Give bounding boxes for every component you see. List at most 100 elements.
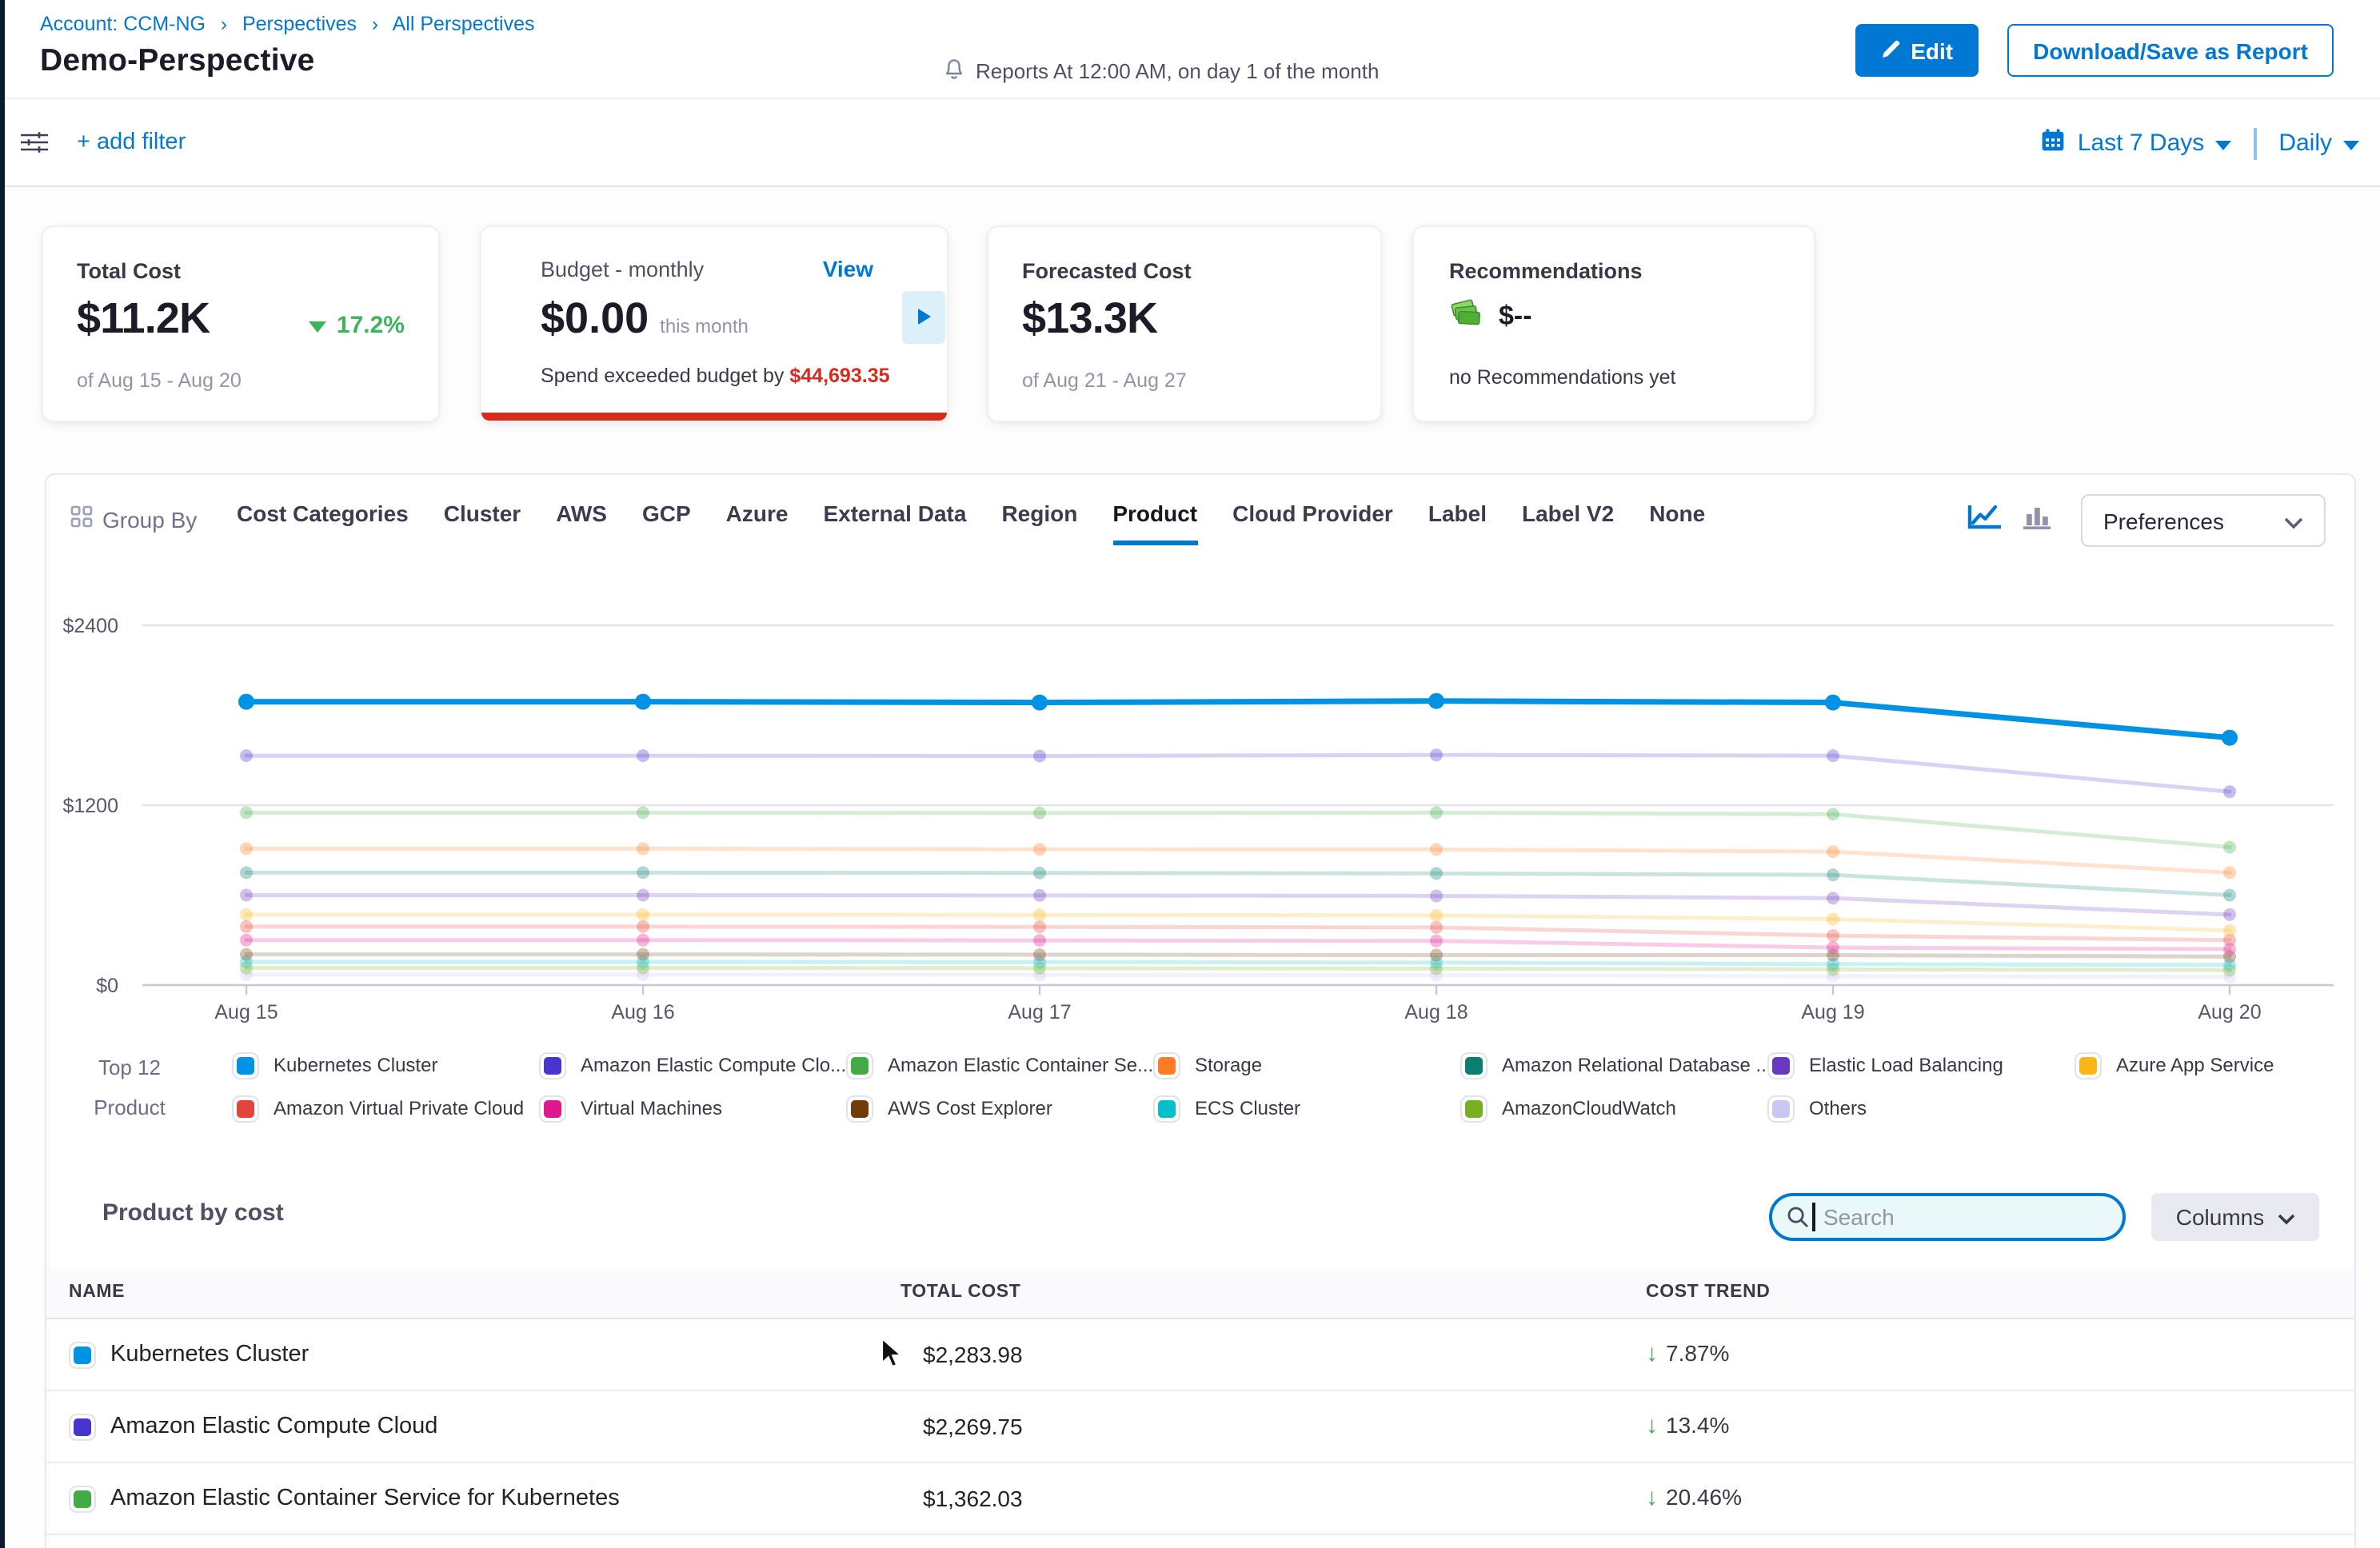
data-point[interactable] (1033, 908, 1046, 921)
series-line-others[interactable] (246, 975, 2230, 977)
groupby-tab-cluster[interactable]: Cluster (444, 501, 521, 545)
data-point[interactable] (637, 948, 649, 961)
data-point[interactable] (1827, 749, 1839, 762)
legend-item-kubernetes-cluster[interactable]: Kubernetes Cluster (232, 1051, 437, 1079)
data-point[interactable] (1827, 845, 1839, 858)
series-line-amazon-elastic-compute-cloud[interactable] (246, 755, 2230, 792)
data-point[interactable] (1827, 892, 1839, 904)
data-point[interactable] (2223, 924, 2236, 937)
series-line-virtual-machines[interactable] (246, 940, 2230, 949)
edit-button[interactable]: Edit (1855, 24, 1979, 77)
series-line-amazon-elastic-container-service-for-kubernetes[interactable] (246, 812, 2230, 847)
data-point[interactable] (1428, 693, 1444, 709)
table-row-amazon-elastic-container-service-for-kubernetes[interactable]: Amazon Elastic Container Service for Kub… (46, 1463, 2354, 1535)
table-row-kubernetes-cluster[interactable]: Kubernetes Cluster$2,283.98↓7.87% (46, 1319, 2354, 1391)
legend-item-amazoncloudwatch[interactable]: AmazonCloudWatch (1460, 1094, 1676, 1123)
data-point[interactable] (637, 866, 649, 879)
data-point[interactable] (637, 749, 649, 762)
breadcrumb-account[interactable]: Account: CCM-NG (40, 13, 206, 35)
data-point[interactable] (1430, 935, 1443, 948)
series-line-ecs-cluster[interactable] (246, 962, 2230, 965)
data-point[interactable] (1430, 867, 1443, 880)
groupby-tab-label-v2[interactable]: Label V2 (1522, 501, 1614, 545)
data-point[interactable] (1033, 750, 1046, 763)
groupby-tab-region[interactable]: Region (1001, 501, 1077, 545)
add-filter-button[interactable]: + add filter (77, 130, 186, 155)
legend-item-amazon-relational-database[interactable]: Amazon Relational Database ... (1460, 1051, 1772, 1079)
data-point[interactable] (1825, 695, 1841, 711)
date-range-selector[interactable]: Last 7 Days (2078, 130, 2231, 157)
data-point[interactable] (1430, 949, 1443, 962)
data-point[interactable] (1033, 867, 1046, 880)
cost-trend-chart[interactable]: $0$1200$2400Aug 15Aug 16Aug 17Aug 18Aug … (46, 606, 2358, 1025)
legend-item-virtual-machines[interactable]: Virtual Machines (539, 1094, 722, 1123)
data-point[interactable] (240, 920, 253, 933)
data-point[interactable] (637, 889, 649, 902)
next-budget-arrow-button[interactable] (902, 291, 945, 344)
groupby-tab-none[interactable]: None (1649, 501, 1705, 545)
legend-item-amazon-elastic-compute-clo[interactable]: Amazon Elastic Compute Clo... (539, 1051, 846, 1079)
data-point[interactable] (2223, 908, 2236, 921)
data-point[interactable] (1033, 920, 1046, 933)
data-point[interactable] (2223, 866, 2236, 879)
data-point[interactable] (1430, 909, 1443, 922)
data-point[interactable] (1033, 843, 1046, 856)
data-point[interactable] (1430, 889, 1443, 902)
data-point[interactable] (238, 694, 254, 710)
data-point[interactable] (240, 806, 253, 819)
groupby-tab-gcp[interactable]: GCP (642, 501, 691, 545)
data-point[interactable] (240, 908, 253, 921)
data-point[interactable] (1827, 808, 1839, 820)
legend-item-aws-cost-explorer[interactable]: AWS Cost Explorer (846, 1094, 1052, 1123)
groupby-tab-external-data[interactable]: External Data (823, 501, 966, 545)
data-point[interactable] (1430, 843, 1443, 856)
data-point[interactable] (2223, 841, 2236, 854)
data-point[interactable] (1032, 695, 1048, 711)
legend-item-others[interactable]: Others (1767, 1094, 1867, 1123)
column-header-total-cost[interactable]: TOTAL COST (900, 1283, 1020, 1302)
data-point[interactable] (1827, 913, 1839, 926)
series-line-aws-cost-explorer[interactable] (246, 955, 2230, 957)
data-point[interactable] (2223, 889, 2236, 902)
data-point[interactable] (240, 866, 253, 879)
bar-chart-mode-icon[interactable] (2022, 504, 2054, 539)
download-save-report-button[interactable]: Download/Save as Report (2007, 24, 2334, 77)
data-point[interactable] (240, 934, 253, 947)
data-point[interactable] (1033, 934, 1046, 947)
preferences-dropdown[interactable]: Preferences (2081, 494, 2326, 547)
data-point[interactable] (637, 934, 649, 947)
data-point[interactable] (1430, 921, 1443, 934)
data-point[interactable] (1430, 806, 1443, 819)
data-point[interactable] (1033, 807, 1046, 820)
series-line-elastic-load-balancing[interactable] (246, 896, 2230, 915)
series-line-kubernetes-cluster[interactable] (246, 701, 2230, 738)
data-point[interactable] (637, 908, 649, 921)
data-point[interactable] (1033, 948, 1046, 961)
series-line-amazoncloudwatch[interactable] (246, 967, 2230, 970)
data-point[interactable] (240, 889, 253, 902)
column-header-cost-trend[interactable]: COST TREND (1646, 1283, 1771, 1302)
data-point[interactable] (1430, 748, 1443, 761)
data-point[interactable] (1033, 889, 1046, 902)
legend-item-amazon-virtual-private-cloud[interactable]: Amazon Virtual Private Cloud (232, 1094, 524, 1123)
data-point[interactable] (2223, 785, 2236, 798)
column-header-name[interactable]: NAME (69, 1283, 125, 1302)
groupby-tab-azure[interactable]: Azure (726, 501, 789, 545)
columns-dropdown-button[interactable]: Columns (2151, 1193, 2319, 1241)
search-input[interactable] (1769, 1193, 2126, 1241)
filter-settings-icon[interactable] (21, 131, 48, 162)
legend-item-azure-app-service[interactable]: Azure App Service (2075, 1051, 2274, 1079)
data-point[interactable] (635, 694, 651, 710)
data-point[interactable] (1827, 929, 1839, 942)
series-line-storage[interactable] (246, 848, 2230, 872)
groupby-tab-cloud-provider[interactable]: Cloud Provider (1232, 501, 1393, 545)
groupby-tab-product[interactable]: Product (1112, 501, 1197, 545)
data-point[interactable] (240, 948, 253, 961)
data-point[interactable] (1827, 941, 1839, 954)
groupby-tab-cost-categories[interactable]: Cost Categories (237, 501, 409, 545)
legend-item-elastic-load-balancing[interactable]: Elastic Load Balancing (1767, 1051, 2003, 1079)
legend-item-amazon-elastic-container-se[interactable]: Amazon Elastic Container Se... (846, 1051, 1153, 1079)
series-line-amazon-virtual-private-cloud[interactable] (246, 927, 2230, 940)
granularity-selector[interactable]: Daily (2278, 130, 2359, 157)
series-line-amazon-relational-database-service[interactable] (246, 872, 2230, 895)
